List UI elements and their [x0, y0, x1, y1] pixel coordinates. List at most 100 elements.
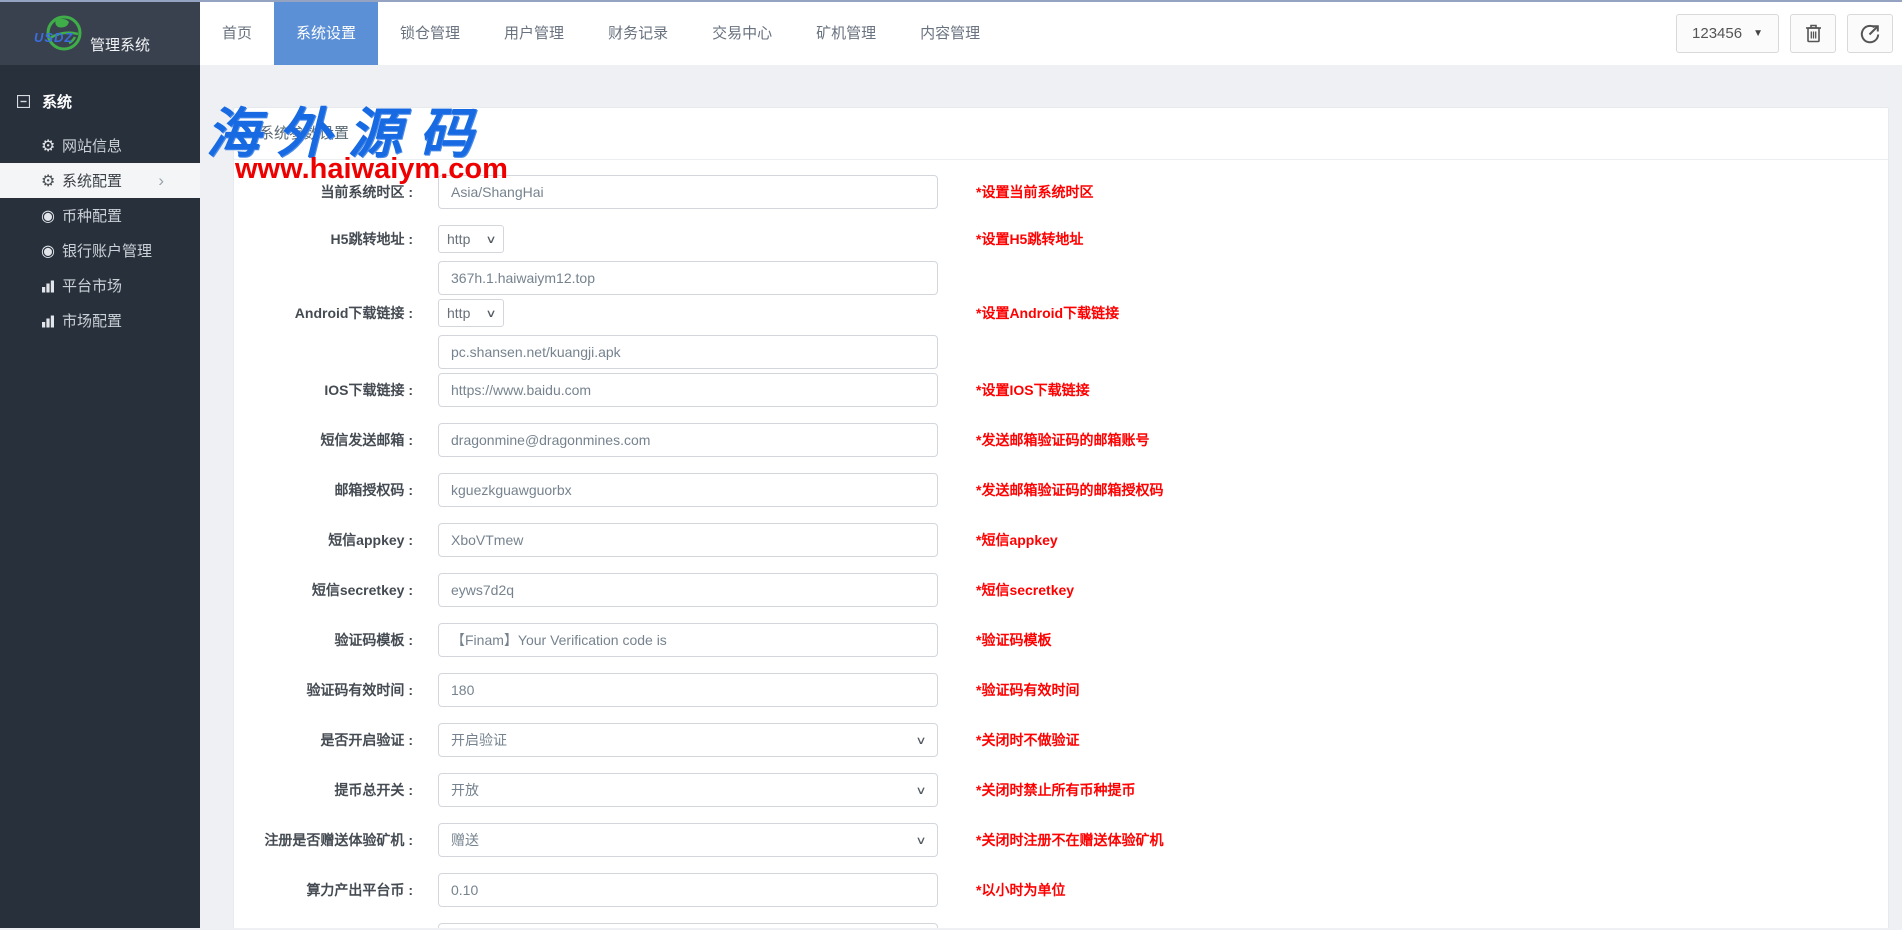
nav-tab[interactable]: 内容管理	[898, 2, 1002, 65]
sidebar-item-label: 平台市场	[62, 275, 122, 296]
field-label: 验证码模板 :	[259, 630, 413, 650]
field-hint: *发送邮箱验证码的邮箱账号	[976, 430, 1149, 450]
gear-icon: ⚙	[41, 171, 62, 191]
text-input[interactable]	[438, 673, 938, 707]
text-input[interactable]	[438, 423, 938, 457]
field-column	[438, 923, 938, 928]
sidebar-item[interactable]: ◉ 银行账户管理	[0, 233, 200, 268]
sidebar-item-label: 银行账户管理	[62, 240, 152, 261]
field-hint: *短信secretkey	[976, 580, 1074, 600]
nav-tab[interactable]: 财务记录	[586, 2, 690, 65]
brand-text: USDZ	[34, 30, 73, 45]
form-row: 短信发送邮箱 : *发送邮箱验证码的邮箱账号	[259, 423, 1888, 457]
field-hint: *关闭时不做验证	[976, 730, 1079, 750]
chevron-down-icon: ∨	[915, 834, 926, 847]
form-row: 验证码有效时间 : *验证码有效时间	[259, 673, 1888, 707]
nav-tab[interactable]: 锁仓管理	[378, 2, 482, 65]
field-label: 邮箱授权码 :	[259, 480, 413, 500]
sidebar-item-label: 市场配置	[62, 310, 122, 331]
sidebar-item[interactable]: 平台市场	[0, 268, 200, 303]
settings-form: 当前系统时区 : *设置当前系统时区 H5跳转地址 : http ∨ *设置H5…	[234, 160, 1888, 928]
sidebar-section-label: 系统	[42, 91, 72, 112]
text-input[interactable]	[438, 623, 938, 657]
sidebar-menu: ⚙ 网站信息 ⚙ 系统配置 › ◉ 币种配置 ◉ 银行账户管理 平台市场	[0, 128, 200, 338]
protocol-select-value: http	[447, 305, 470, 321]
field-label: 当前系统时区 :	[259, 182, 413, 202]
field-hint: *设置IOS下载链接	[976, 380, 1090, 400]
field-hint: *验证码模板	[976, 630, 1051, 650]
top-navbar: USDZ 管理系统 首页系统设置锁仓管理用户管理财务记录交易中心矿机管理内容管理…	[0, 0, 1902, 65]
text-input[interactable]	[438, 335, 938, 369]
text-input[interactable]	[438, 373, 938, 407]
field-label: 算力产出平台币 :	[259, 880, 413, 900]
text-input[interactable]	[438, 573, 938, 607]
text-input[interactable]	[438, 175, 938, 209]
sidebar-item[interactable]: ⚙ 系统配置 ›	[0, 163, 200, 198]
form-row: 短信appkey : *短信appkey	[259, 523, 1888, 557]
form-row: 验证码模板 : *验证码模板	[259, 623, 1888, 657]
protocol-select[interactable]: http ∨	[438, 225, 504, 253]
user-dropdown-button[interactable]: 123456 ▼	[1676, 14, 1779, 53]
form-row: Android下载链接 : http ∨ *设置Android下载链接	[259, 299, 1888, 369]
nav-tab[interactable]: 交易中心	[690, 2, 794, 65]
text-input[interactable]	[438, 523, 938, 557]
nav-tab[interactable]: 用户管理	[482, 2, 586, 65]
chevron-down-icon: ▼	[1753, 28, 1763, 39]
field-hint: *关闭时注册不在赠送体验矿机	[976, 830, 1163, 850]
gear-icon: ⚙	[41, 136, 62, 156]
field-column: 开启验证 ∨	[438, 723, 938, 757]
field-column	[438, 423, 938, 457]
field-label: H5跳转地址 :	[259, 225, 413, 253]
field-label: 是否开启验证 :	[259, 730, 413, 750]
field-label: 注册是否赠送体验矿机 :	[259, 830, 413, 850]
field-hint: *设置当前系统时区	[976, 182, 1093, 202]
field-hint: *设置Android下载链接	[976, 299, 1119, 327]
content-panel: 系统参数设置 当前系统时区 : *设置当前系统时区 H5跳转地址 : http …	[233, 107, 1889, 928]
sidebar-section-system[interactable]: 系统	[0, 65, 200, 128]
nav-tab[interactable]: 系统设置	[274, 2, 378, 65]
field-label: 短信发送邮箱 :	[259, 430, 413, 450]
field-hint: *验证码有效时间	[976, 680, 1079, 700]
field-label: 短信secretkey :	[259, 580, 413, 600]
text-input[interactable]	[438, 873, 938, 907]
form-row: 算力产出平台币 : *以小时为单位	[259, 873, 1888, 907]
field-label: Android下载链接 :	[259, 299, 413, 327]
nav-tab[interactable]: 首页	[200, 2, 274, 65]
text-input[interactable]	[438, 261, 938, 295]
bar-chart-icon	[41, 279, 62, 293]
sidebar-item[interactable]: 市场配置	[0, 303, 200, 338]
field-column	[438, 873, 938, 907]
circle-dot-icon: ◉	[41, 241, 62, 261]
app-title: 管理系统	[90, 34, 150, 55]
field-label: 提币总开关 :	[259, 780, 413, 800]
text-input[interactable]	[438, 923, 938, 928]
select-input[interactable]: 赠送 ∨	[438, 823, 938, 857]
chevron-down-icon: ∨	[485, 233, 496, 246]
field-column: http ∨	[438, 225, 938, 295]
field-column: http ∨	[438, 299, 938, 369]
trash-button[interactable]	[1790, 14, 1836, 53]
chevron-down-icon: ∨	[915, 734, 926, 747]
sidebar: 系统 ⚙ 网站信息 ⚙ 系统配置 › ◉ 币种配置 ◉ 银行账户管理	[0, 65, 200, 928]
field-column: 赠送 ∨	[438, 823, 938, 857]
sidebar-item[interactable]: ⚙ 网站信息	[0, 128, 200, 163]
user-dropdown-label: 123456	[1692, 25, 1742, 42]
protocol-select[interactable]: http ∨	[438, 299, 504, 327]
field-hint: *发送邮箱验证码的邮箱授权码	[976, 480, 1163, 500]
navbar-actions: 123456 ▼	[1676, 2, 1902, 65]
main-content: 海外源码 www.haiwaiym.com 系统参数设置 当前系统时区 : *设…	[200, 65, 1902, 928]
text-input[interactable]	[438, 473, 938, 507]
export-button[interactable]	[1847, 14, 1893, 53]
protocol-select-value: http	[447, 231, 470, 247]
field-label: 验证码有效时间 :	[259, 680, 413, 700]
select-input[interactable]: 开放 ∨	[438, 773, 938, 807]
bar-chart-icon	[41, 314, 62, 328]
field-hint: *短信appkey	[976, 530, 1058, 550]
form-row: 邮箱授权码 : *发送邮箱验证码的邮箱授权码	[259, 473, 1888, 507]
select-input[interactable]: 开启验证 ∨	[438, 723, 938, 757]
select-value: 开放	[451, 780, 479, 800]
nav-tab[interactable]: 矿机管理	[794, 2, 898, 65]
nav-tabs: 首页系统设置锁仓管理用户管理财务记录交易中心矿机管理内容管理	[200, 2, 1002, 65]
sidebar-item[interactable]: ◉ 币种配置	[0, 198, 200, 233]
form-row: H5跳转地址 : http ∨ *设置H5跳转地址	[259, 225, 1888, 295]
